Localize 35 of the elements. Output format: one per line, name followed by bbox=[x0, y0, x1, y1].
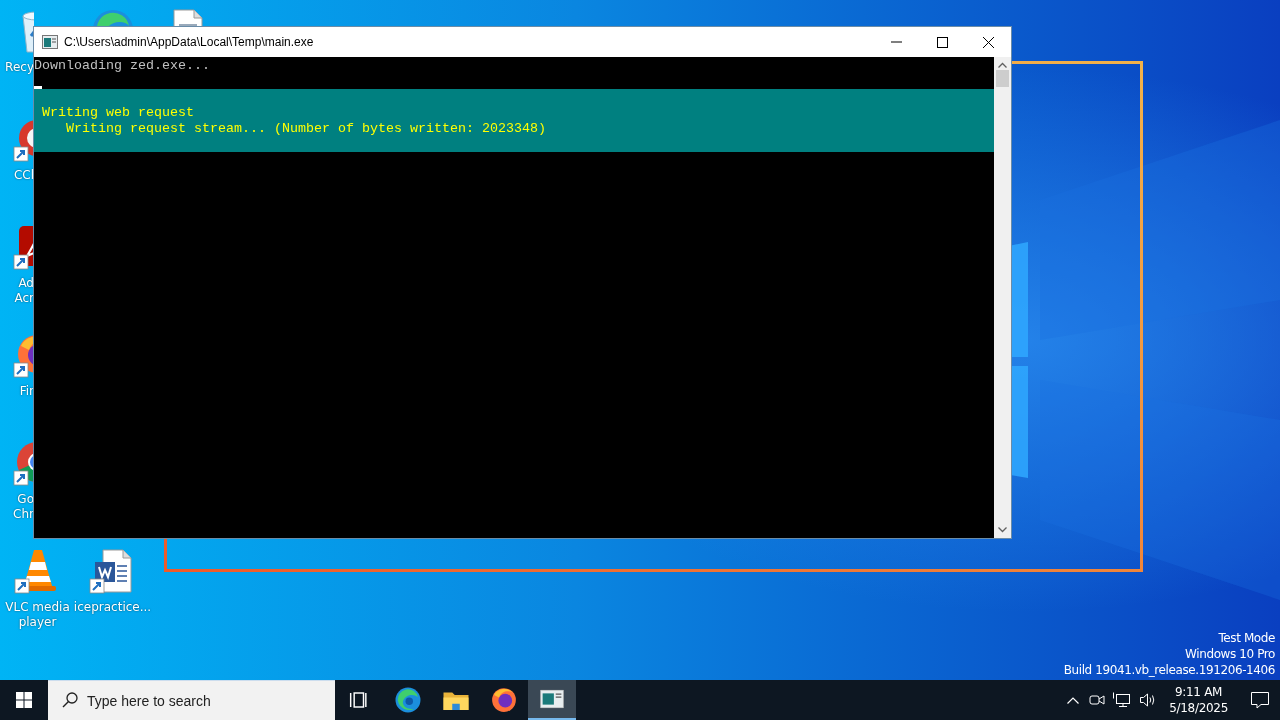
console-line: Downloading zed.exe... bbox=[34, 58, 211, 74]
clock[interactable]: 9:11 AM 5/18/2025 bbox=[1165, 684, 1232, 716]
scroll-down-icon[interactable] bbox=[998, 527, 1007, 533]
icon-label: Recy bbox=[5, 60, 34, 75]
chevron-up-icon bbox=[1067, 696, 1080, 704]
windows-logo-icon bbox=[16, 692, 32, 708]
progress-status: Writing request stream... (Number of bytes written: 2023348) bbox=[65, 121, 547, 137]
icon-label: icepractice... bbox=[73, 600, 152, 615]
icon-label: Chr bbox=[13, 507, 34, 522]
icon-label: Ad bbox=[18, 276, 34, 291]
maximize-icon bbox=[936, 36, 948, 48]
taskbar-app-button[interactable] bbox=[528, 680, 576, 720]
os-notice-text: Windows 10 Pro bbox=[1185, 646, 1275, 662]
icon-label: Fir bbox=[19, 384, 34, 399]
window-title: C:\Users\admin\AppData\Local\Temp\main.exe bbox=[64, 35, 315, 49]
icon-label: CCl bbox=[13, 168, 34, 183]
icon-label: VLC media bbox=[5, 600, 70, 615]
scrollbar-thumb[interactable] bbox=[996, 70, 1009, 87]
search-field[interactable]: Type here to search bbox=[48, 680, 335, 720]
scrollbar[interactable] bbox=[994, 57, 1011, 538]
network-icon[interactable] bbox=[1113, 692, 1132, 708]
close-icon bbox=[982, 36, 994, 48]
icon-label: player bbox=[18, 615, 57, 630]
progress-activity: Writing web request bbox=[42, 105, 195, 121]
speech-bubble-icon bbox=[1251, 691, 1269, 709]
search-icon bbox=[62, 692, 78, 708]
console-window-icon bbox=[42, 35, 58, 49]
os-notice-text: Test Mode bbox=[1218, 630, 1275, 646]
minimize-icon bbox=[890, 41, 902, 43]
icon-label: Acr bbox=[14, 291, 34, 306]
firefox-icon bbox=[489, 685, 519, 715]
scroll-up-icon[interactable] bbox=[998, 62, 1007, 68]
icon-label: Go bbox=[17, 492, 34, 507]
camera-icon[interactable] bbox=[1089, 693, 1106, 707]
os-notice-text: Build 19041.vb_release.191206-1406 bbox=[1063, 662, 1275, 678]
